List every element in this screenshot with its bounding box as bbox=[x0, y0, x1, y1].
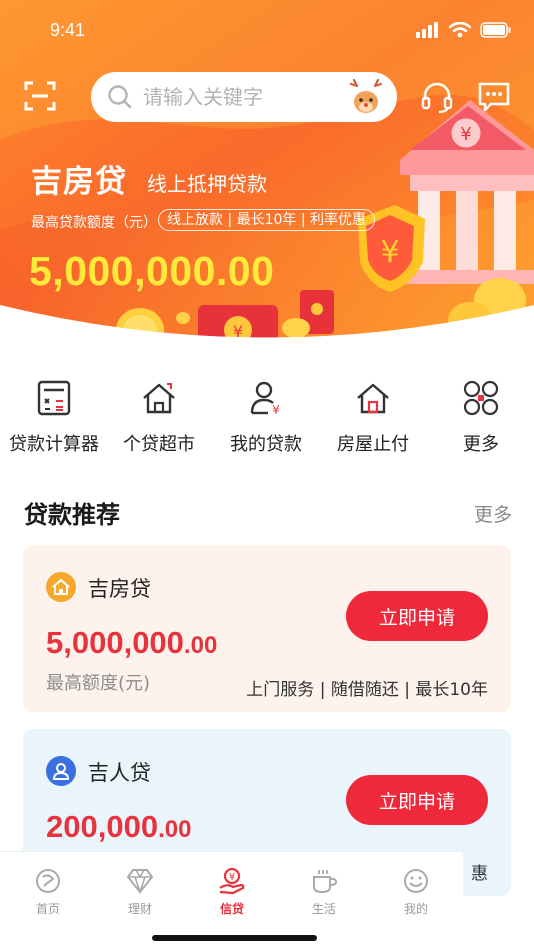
quick-nav-label: 我的贷款 bbox=[230, 434, 302, 455]
section-title: 贷款推荐 bbox=[24, 501, 120, 529]
hero-limit-label: 最高贷款额度（元） bbox=[31, 215, 157, 231]
grid-icon bbox=[463, 380, 499, 416]
hero-banner[interactable]: ¥ ¥ ¥ 9:41 请输入关键字 吉房贷 线上抵押贷款 最高贷款额度（元） 线… bbox=[0, 0, 534, 350]
quick-nav-label: 房屋止付 bbox=[337, 434, 409, 455]
apply-now-button[interactable]: 立即申请 bbox=[346, 591, 488, 641]
section-more-link[interactable]: 更多 bbox=[474, 500, 512, 527]
loan-name: 吉房贷 bbox=[88, 577, 151, 601]
quick-nav-my-loans[interactable]: ¥ 我的贷款 bbox=[213, 378, 319, 456]
coffee-tab-icon bbox=[313, 870, 338, 894]
home-indicator bbox=[152, 935, 317, 941]
top-bar bbox=[0, 72, 534, 122]
tab-label: 我的 bbox=[403, 902, 428, 916]
tab-life[interactable]: 生活 bbox=[278, 866, 370, 917]
svg-text:¥: ¥ bbox=[229, 872, 235, 883]
apply-now-button[interactable]: 立即申请 bbox=[346, 775, 488, 825]
hero-subtitle: 线上抵押贷款 bbox=[147, 172, 267, 196]
loan-limit-label: 最高额度(元) bbox=[46, 673, 151, 694]
calculator-icon bbox=[37, 380, 71, 416]
house-icon bbox=[143, 383, 175, 414]
status-bar: 9:41 bbox=[0, 18, 534, 48]
deer-mascot-icon[interactable] bbox=[349, 78, 383, 116]
battery-icon bbox=[480, 22, 511, 38]
tab-finance[interactable]: 理财 bbox=[94, 866, 186, 917]
loan-tab-icon: ¥ bbox=[219, 867, 245, 895]
home-tab-icon bbox=[36, 869, 60, 893]
loan-amount-int: 5,000,000 bbox=[46, 625, 184, 660]
scan-icon[interactable] bbox=[24, 80, 56, 112]
hero-amount: 5,000,000.00 bbox=[29, 248, 275, 294]
smile-tab-icon bbox=[404, 869, 428, 893]
user-yuan-icon: ¥ bbox=[250, 381, 280, 416]
search-bar[interactable] bbox=[91, 72, 397, 122]
svg-text:¥: ¥ bbox=[380, 235, 399, 270]
loan-amount: 5,000,000.00 bbox=[46, 625, 217, 661]
quick-nav-loan-calculator[interactable]: 贷款计算器 bbox=[1, 378, 107, 456]
loan-amount-decimal: .00 bbox=[183, 632, 218, 659]
cellular-signal-icon bbox=[416, 22, 438, 38]
search-icon bbox=[108, 85, 132, 109]
diamond-tab-icon bbox=[127, 869, 153, 894]
loan-amount-decimal: .00 bbox=[158, 816, 192, 843]
tab-label: 理财 bbox=[127, 902, 152, 916]
house-stop-icon bbox=[357, 383, 389, 414]
quick-nav-loan-market[interactable]: 个贷超市 bbox=[106, 378, 212, 456]
customer-service-icon[interactable] bbox=[420, 80, 454, 114]
search-input[interactable] bbox=[143, 80, 333, 114]
svg-text:¥: ¥ bbox=[272, 403, 280, 416]
tab-label: 信贷 bbox=[219, 902, 244, 916]
quick-nav-label: 更多 bbox=[463, 434, 499, 455]
quick-nav-house-stop-pay[interactable]: 房屋止付 bbox=[320, 378, 426, 456]
loan-name: 吉人贷 bbox=[88, 761, 151, 785]
status-time: 9:41 bbox=[50, 20, 86, 40]
loan-features: 惠 bbox=[471, 864, 488, 884]
wifi-icon bbox=[449, 22, 471, 38]
svg-text:¥: ¥ bbox=[460, 124, 471, 145]
tab-label: 首页 bbox=[35, 902, 60, 916]
loan-card[interactable]: 吉房贷 5,000,000.00 最高额度(元) 上门服务 | 随借随还 | 最… bbox=[23, 545, 511, 712]
tab-home[interactable]: 首页 bbox=[2, 866, 94, 917]
loan-amount: 200,000.00 bbox=[46, 809, 191, 845]
message-icon[interactable] bbox=[477, 80, 511, 114]
tab-label: 生活 bbox=[311, 902, 336, 916]
quick-nav-more[interactable]: 更多 bbox=[428, 378, 534, 456]
person-badge-icon bbox=[46, 756, 76, 786]
hero-title: 吉房贷 bbox=[31, 164, 127, 200]
hero-tags: 线上放款 | 最长10年 | 利率优惠 bbox=[158, 209, 376, 231]
tab-mine[interactable]: 我的 bbox=[370, 866, 462, 917]
loan-amount-int: 200,000 bbox=[46, 809, 159, 844]
tab-loan[interactable]: ¥ 信贷 bbox=[186, 866, 278, 917]
quick-nav-label: 贷款计算器 bbox=[9, 434, 99, 455]
quick-nav: 贷款计算器 个贷超市 ¥ 我的贷款 房屋止付 更多 bbox=[0, 378, 534, 458]
house-badge-icon bbox=[46, 572, 76, 602]
quick-nav-label: 个贷超市 bbox=[123, 434, 195, 455]
loan-features: 上门服务 | 随借随还 | 最长10年 bbox=[246, 680, 488, 700]
